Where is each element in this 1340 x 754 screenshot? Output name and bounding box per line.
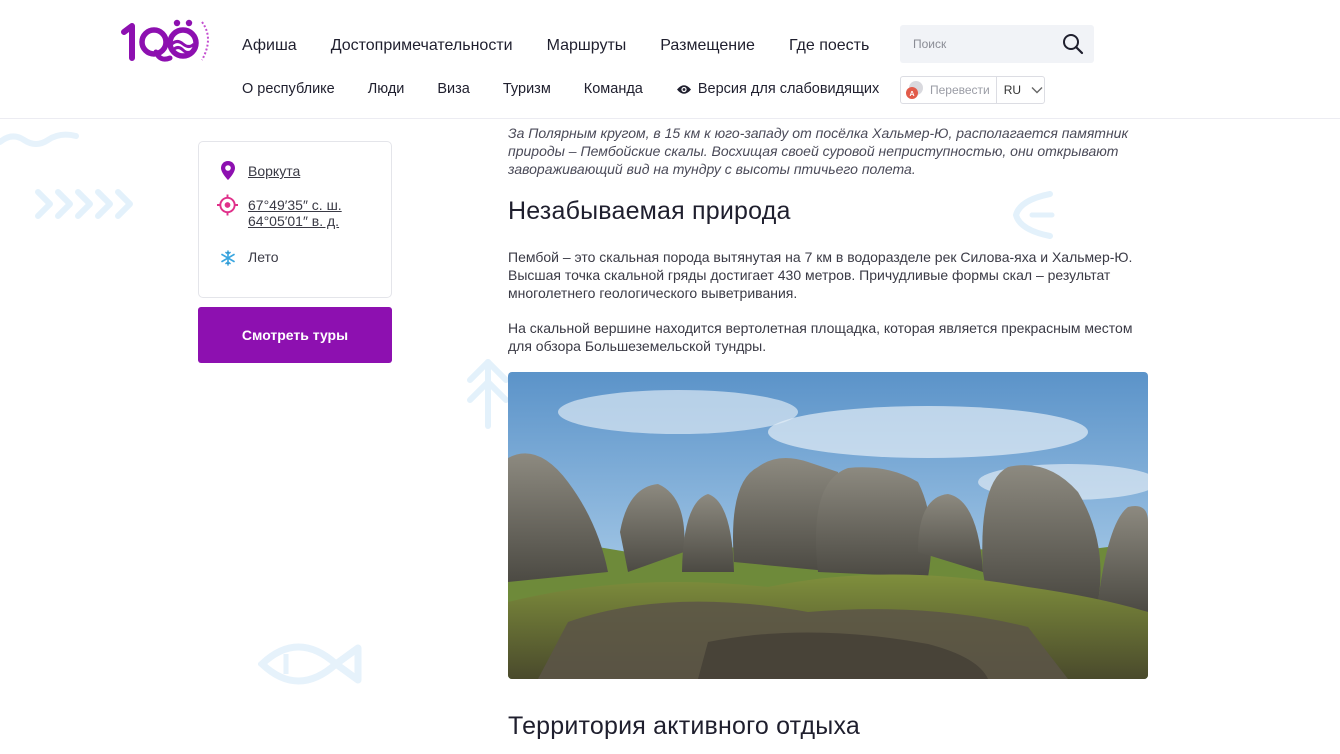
season-label: Лето <box>248 249 279 265</box>
paragraph-pemboi: Пембой – это скальная порода вытянутая н… <box>508 249 1133 301</box>
language-select[interactable]: RU <box>997 83 1043 97</box>
accessibility-version-link[interactable]: Версия для слабовидящих <box>676 81 879 97</box>
translate-label: Перевести <box>930 83 990 97</box>
location-row: Воркута <box>217 160 300 181</box>
nav-about-republic[interactable]: О республике <box>242 81 335 97</box>
translate-icon: A <box>906 81 923 99</box>
article-lead: За Полярным кругом, в 15 км к юго-западу… <box>508 125 1129 177</box>
nav-people[interactable]: Люди <box>368 81 405 97</box>
snowflake-icon <box>217 247 238 268</box>
section-heading-nature: Незабываемая природа <box>508 197 791 225</box>
map-pin-icon <box>217 160 238 181</box>
nav-afisha[interactable]: Афиша <box>242 37 297 55</box>
target-icon <box>217 194 238 215</box>
accessibility-version-label: Версия для слабовидящих <box>697 81 880 97</box>
nav-where-to-eat[interactable]: Где поесть <box>789 37 869 55</box>
nav-team[interactable]: Команда <box>584 81 643 97</box>
nav-tourism[interactable]: Туризм <box>503 81 551 97</box>
translate-button[interactable]: A Перевести <box>901 77 997 103</box>
nav-accommodation[interactable]: Размещение <box>660 37 755 55</box>
search-icon[interactable] <box>1062 33 1084 55</box>
city-link[interactable]: Воркута <box>248 163 300 179</box>
search-input[interactable] <box>900 25 1050 63</box>
site-header: Афиша Достопримечательности Маршруты Раз… <box>0 0 1340 119</box>
nav-visa[interactable]: Виза <box>437 81 469 97</box>
tree-decoration <box>467 359 509 429</box>
main-nav: Афиша Достопримечательности Маршруты Раз… <box>242 34 903 58</box>
translate-widget: A Перевести RU <box>900 76 1045 104</box>
coordinates-latitude: 67°49′35″ с. ш. <box>248 197 342 213</box>
section-heading-active-recreation: Территория активного отдыха <box>508 712 860 740</box>
svg-text:A: A <box>910 91 915 98</box>
eye-icon <box>676 84 691 94</box>
nav-attractions[interactable]: Достопримечательности <box>331 37 513 55</box>
coordinates-link[interactable]: 67°49′35″ с. ш. 64°05′01″ в. д. <box>248 197 342 229</box>
fish-decoration-large <box>258 643 362 685</box>
language-value: RU <box>1003 83 1022 97</box>
paragraph-helipad: На скальной вершине находится вертолетна… <box>508 320 1133 354</box>
wave-decoration <box>0 131 79 147</box>
search-box <box>900 25 1094 63</box>
logo-icon[interactable] <box>118 14 218 68</box>
secondary-nav: О республике Люди Виза Туризм Команда Ве… <box>242 79 879 99</box>
nav-routes[interactable]: Маршруты <box>547 37 627 55</box>
chevrons-decoration <box>35 189 133 219</box>
view-tours-button[interactable]: Смотреть туры <box>198 307 392 363</box>
season-row: Лето <box>217 247 279 268</box>
rocks-photo <box>508 372 1148 679</box>
chevron-down-icon <box>1031 87 1043 94</box>
coordinates-longitude: 64°05′01″ в. д. <box>248 213 340 229</box>
info-card: Воркута 67°49′35″ с. ш. 64°05′01″ в. д. … <box>198 141 392 298</box>
article-content: За Полярным кругом, в 15 км к юго-западу… <box>508 124 1148 355</box>
coordinates-row: 67°49′35″ с. ш. 64°05′01″ в. д. <box>217 194 342 229</box>
